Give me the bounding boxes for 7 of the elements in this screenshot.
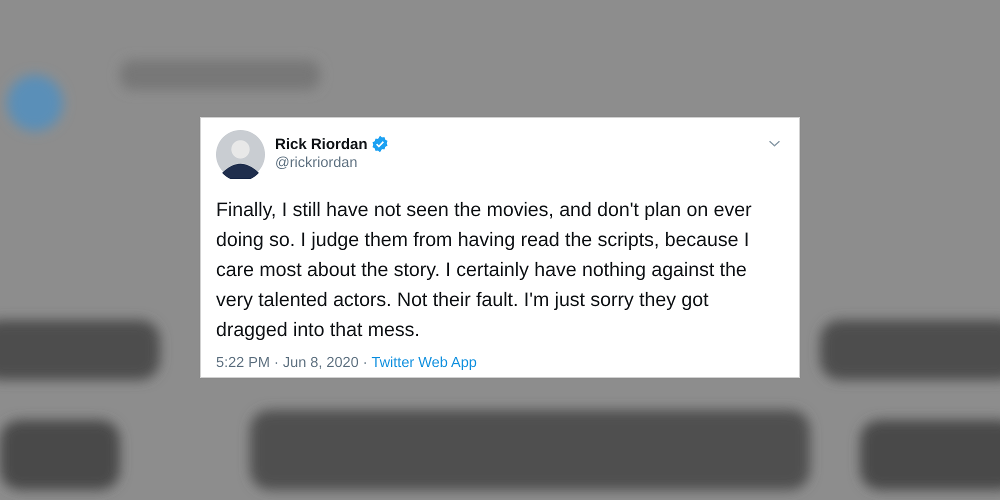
source-link[interactable]: Twitter Web App [372, 355, 477, 371]
tweet-text: Finally, I still have not seen the movies, and don't plan on ever doing so. I judge them from having read the scripts, because I care most about the story. I certainly have nothing against the very talented actors. Not their fault. I'm just sorry they got dragged into that mess. [216, 198, 753, 343]
tweet-timestamp: 5:22 PM · Jun 8, 2020 · [216, 355, 368, 371]
caret-icon[interactable] [768, 139, 781, 148]
author-handle: @rickriordan [275, 155, 358, 171]
avatar [216, 130, 265, 179]
author-name: Rick Riordan [275, 136, 368, 152]
